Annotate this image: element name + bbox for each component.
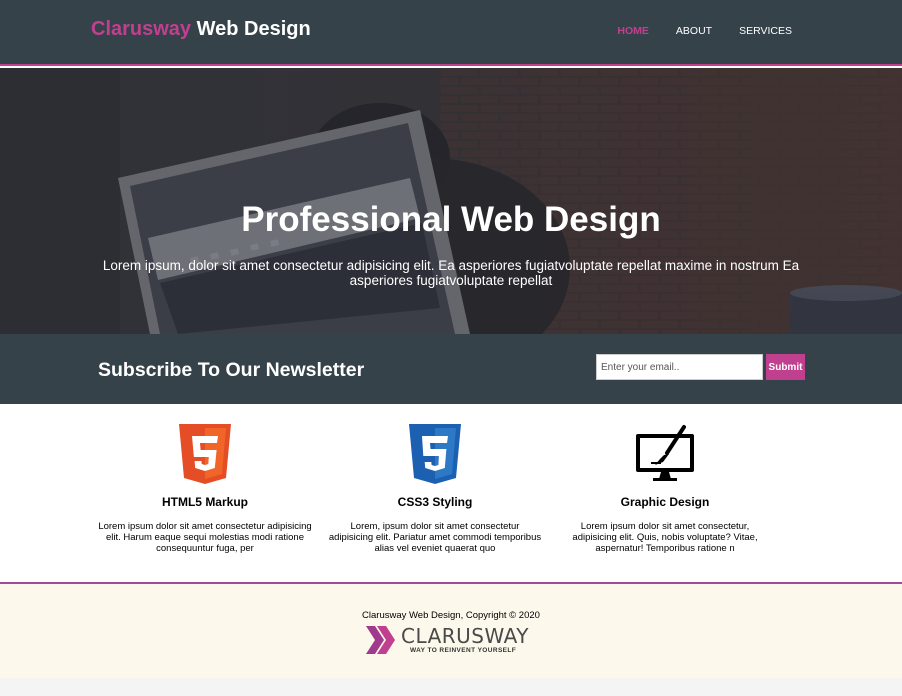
site-brand[interactable]: Clarusway Web Design [91,18,311,41]
submit-button[interactable]: Submit [766,354,805,380]
email-input[interactable] [596,354,763,380]
newsletter-title: Subscribe To Our Newsletter [98,359,365,381]
logo-tagline: WAY TO REINVENT YOURSELF [410,647,517,654]
logo-wordmark: CLARUSWAY [401,624,530,648]
feature-title: CSS3 Styling [397,495,473,509]
graphic-design-icon [633,423,697,485]
site-header: Clarusway Web Design HOME ABOUT SERVICES [0,0,902,66]
page-bottom-edge [0,678,902,696]
feature-title: Graphic Design [620,495,710,509]
css3-icon [403,423,467,485]
html5-icon [173,423,237,485]
feature-title: HTML5 Markup [161,495,248,509]
hero-showcase: Professional Web Design Lorem ipsum, dol… [0,68,902,334]
clarusway-logo[interactable]: CLARUSWAY WAY TO REINVENT YOURSELF [364,622,544,658]
nav-about-link[interactable]: ABOUT [676,25,712,37]
logo-chevron-icon [366,626,395,654]
feature-text: Lorem, ipsum dolor sit amet consectetur … [328,521,542,554]
feature-text: Lorem ipsum dolor sit amet consectetur a… [98,521,312,554]
site-footer: Clarusway Web Design, Copyright © 2020 C… [0,582,902,678]
feature-text: Lorem ipsum dolor sit amet consectetur, … [572,521,758,554]
hero-subtitle: Lorem ipsum, dolor sit amet consectetur … [102,258,800,288]
feature-box: Graphic Design Lorem ipsum dolor sit ame… [558,423,772,555]
copyright-text: Clarusway Web Design, Copyright © 2020 [362,610,540,621]
feature-box: CSS3 Styling Lorem, ipsum dolor sit amet… [328,423,542,555]
brand-accent: Clarusway [91,18,192,40]
brand-rest: Web Design [191,18,311,40]
newsletter-section: Subscribe To Our Newsletter Submit [0,334,902,404]
feature-box: HTML5 Markup Lorem ipsum dolor sit amet … [98,423,312,555]
nav-home-link[interactable]: HOME [617,25,649,37]
main-nav: HOME ABOUT SERVICES [590,25,792,37]
hero-title: Professional Web Design [241,200,661,239]
nav-services-link[interactable]: SERVICES [739,25,792,37]
